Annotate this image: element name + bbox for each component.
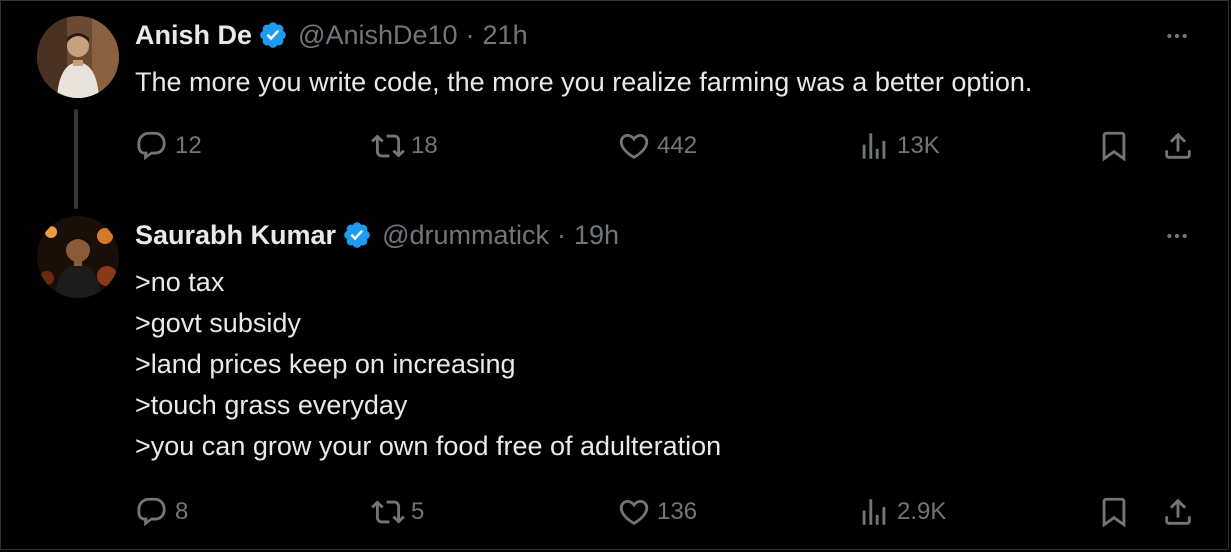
verified-badge-icon xyxy=(344,222,370,248)
views-icon xyxy=(862,499,886,525)
like-count: 136 xyxy=(657,498,698,525)
tweet-actions: 8 5 136 2.9K xyxy=(135,495,1194,535)
reply-icon xyxy=(137,497,166,527)
separator-dot: · xyxy=(465,20,475,50)
views-icon xyxy=(862,133,886,159)
author-handle[interactable]: @drummatick xyxy=(382,218,549,252)
views-count: 13K xyxy=(897,132,940,159)
bookmark-icon xyxy=(1102,497,1126,528)
views-count: 2.9K xyxy=(897,498,947,525)
share-button[interactable] xyxy=(1161,129,1201,163)
avatar-anish[interactable] xyxy=(37,16,119,98)
author-name[interactable]: Anish De xyxy=(135,18,252,52)
retweet-button[interactable]: 5 xyxy=(371,495,424,529)
heart-icon xyxy=(619,133,649,159)
retweet-count: 5 xyxy=(411,498,425,525)
retweet-button[interactable]: 18 xyxy=(371,129,438,163)
tweet-text: The more you write code, the more you re… xyxy=(135,67,1033,97)
author-name[interactable]: Saurabh Kumar xyxy=(135,218,336,252)
bookmark-button[interactable] xyxy=(1097,129,1137,163)
views-button[interactable]: 2.9K xyxy=(857,495,946,529)
thread-connector-line xyxy=(74,109,78,209)
thread-container: Anish De @AnishDe10 · 21h The more you w… xyxy=(0,0,1229,550)
reply-count: 12 xyxy=(175,132,202,159)
verified-badge-icon xyxy=(260,22,286,48)
views-button[interactable]: 13K xyxy=(857,129,940,163)
timestamp[interactable]: 21h xyxy=(483,18,528,52)
bookmark-icon xyxy=(1102,131,1126,162)
share-button[interactable] xyxy=(1161,495,1201,529)
retweet-count: 18 xyxy=(411,132,438,159)
like-count: 442 xyxy=(657,132,698,159)
share-icon xyxy=(1165,498,1191,525)
reply-count: 8 xyxy=(175,498,189,525)
reply-button[interactable]: 8 xyxy=(135,495,188,529)
timestamp[interactable]: 19h xyxy=(574,218,619,252)
more-dots-icon[interactable] xyxy=(1162,221,1192,251)
reply-button[interactable]: 12 xyxy=(135,129,202,163)
author-handle[interactable]: @AnishDe10 xyxy=(298,18,458,52)
tweet-actions: 12 18 442 13K xyxy=(135,129,1194,169)
retweet-icon xyxy=(371,134,405,158)
retweet-icon xyxy=(371,500,405,524)
bookmark-button[interactable] xyxy=(1097,495,1137,529)
reply-icon xyxy=(137,131,166,161)
like-button[interactable]: 136 xyxy=(617,495,697,529)
tweet-text: >no tax >govt subsidy >land prices keep … xyxy=(135,267,722,461)
heart-icon xyxy=(619,499,649,525)
separator-dot: · xyxy=(557,220,566,250)
avatar-saurabh[interactable] xyxy=(37,216,119,298)
more-dots-icon[interactable] xyxy=(1162,21,1192,51)
share-icon xyxy=(1165,132,1191,159)
like-button[interactable]: 442 xyxy=(617,129,697,163)
